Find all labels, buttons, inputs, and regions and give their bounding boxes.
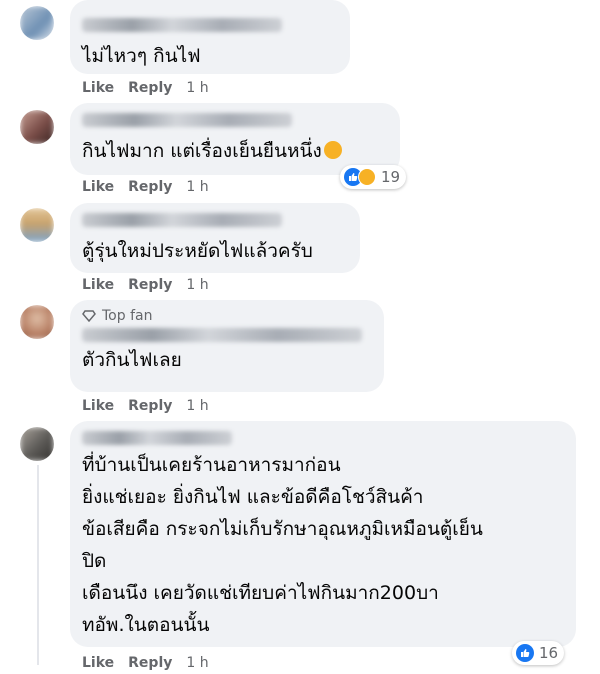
timestamp[interactable]: 1 h bbox=[186, 277, 208, 293]
avatar[interactable] bbox=[20, 427, 54, 461]
like-button[interactable]: Like bbox=[82, 80, 114, 96]
avatar[interactable] bbox=[20, 6, 54, 40]
comment-text-wrapper: กินไฟมาก แต่เรื่องเย็นยืนหนึ่ง bbox=[82, 135, 388, 167]
reaction-count: 19 bbox=[381, 168, 401, 186]
author-name-blurred[interactable] bbox=[82, 18, 282, 32]
reply-button[interactable]: Reply bbox=[128, 277, 172, 293]
comment-actions: Like Reply 1 h bbox=[82, 80, 209, 96]
comment-text: ที่บ้านเป็นเคยร้านอาหารมาก่อน ยิ่งแช่เยอ… bbox=[82, 454, 483, 636]
top-fan-label: Top fan bbox=[102, 308, 153, 324]
timestamp[interactable]: 1 h bbox=[186, 80, 208, 96]
comment-text: ตู้รุ่นใหม่ประหยัดไฟแล้วครับ bbox=[82, 240, 313, 262]
like-button[interactable]: Like bbox=[82, 655, 114, 671]
comment-bubble: ตู้รุ่นใหม่ประหยัดไฟแล้วครับ bbox=[70, 203, 360, 273]
laughing-emoji-icon bbox=[323, 141, 342, 159]
top-fan-badge: Top fan bbox=[82, 308, 372, 324]
thread-line bbox=[37, 465, 39, 665]
timestamp[interactable]: 1 h bbox=[186, 655, 208, 671]
comment-actions: Like Reply 1 h bbox=[82, 179, 209, 195]
reply-button[interactable]: Reply bbox=[128, 655, 172, 671]
timestamp[interactable]: 1 h bbox=[186, 179, 208, 195]
avatar[interactable] bbox=[20, 110, 54, 144]
like-button[interactable]: Like bbox=[82, 398, 114, 414]
like-button[interactable]: Like bbox=[82, 179, 114, 195]
timestamp[interactable]: 1 h bbox=[186, 398, 208, 414]
avatar[interactable] bbox=[20, 305, 54, 339]
like-icon bbox=[516, 644, 534, 662]
comment-actions: Like Reply 1 h bbox=[82, 277, 209, 293]
comment-bubble: Top fan ตัวกินไฟเลย bbox=[70, 300, 384, 392]
like-button[interactable]: Like bbox=[82, 277, 114, 293]
reaction-summary[interactable]: 19 bbox=[340, 165, 407, 189]
avatar[interactable] bbox=[20, 208, 54, 242]
comment-bubble: ไม่ไหวๆ กินไฟ bbox=[70, 0, 350, 74]
comment-actions: Like Reply 1 h bbox=[82, 655, 209, 671]
comment-bubble: ที่บ้านเป็นเคยร้านอาหารมาก่อน ยิ่งแช่เยอ… bbox=[70, 421, 576, 647]
diamond-icon bbox=[82, 310, 96, 322]
reply-button[interactable]: Reply bbox=[128, 179, 172, 195]
author-name-blurred[interactable] bbox=[82, 213, 282, 227]
comment-text: กินไฟมาก แต่เรื่องเย็นยืนหนึ่ง bbox=[82, 140, 322, 162]
reply-button[interactable]: Reply bbox=[128, 80, 172, 96]
comment-text: ตัวกินไฟเลย bbox=[82, 349, 182, 371]
haha-icon bbox=[358, 168, 376, 186]
author-name-blurred[interactable] bbox=[82, 431, 232, 445]
reaction-count: 16 bbox=[539, 644, 559, 662]
comment-text: ไม่ไหวๆ กินไฟ bbox=[82, 45, 201, 67]
author-name-blurred[interactable] bbox=[82, 113, 292, 127]
author-name-blurred[interactable] bbox=[82, 328, 362, 342]
reply-button[interactable]: Reply bbox=[128, 398, 172, 414]
reaction-summary[interactable]: 16 bbox=[512, 641, 565, 665]
comment-actions: Like Reply 1 h bbox=[82, 398, 209, 414]
